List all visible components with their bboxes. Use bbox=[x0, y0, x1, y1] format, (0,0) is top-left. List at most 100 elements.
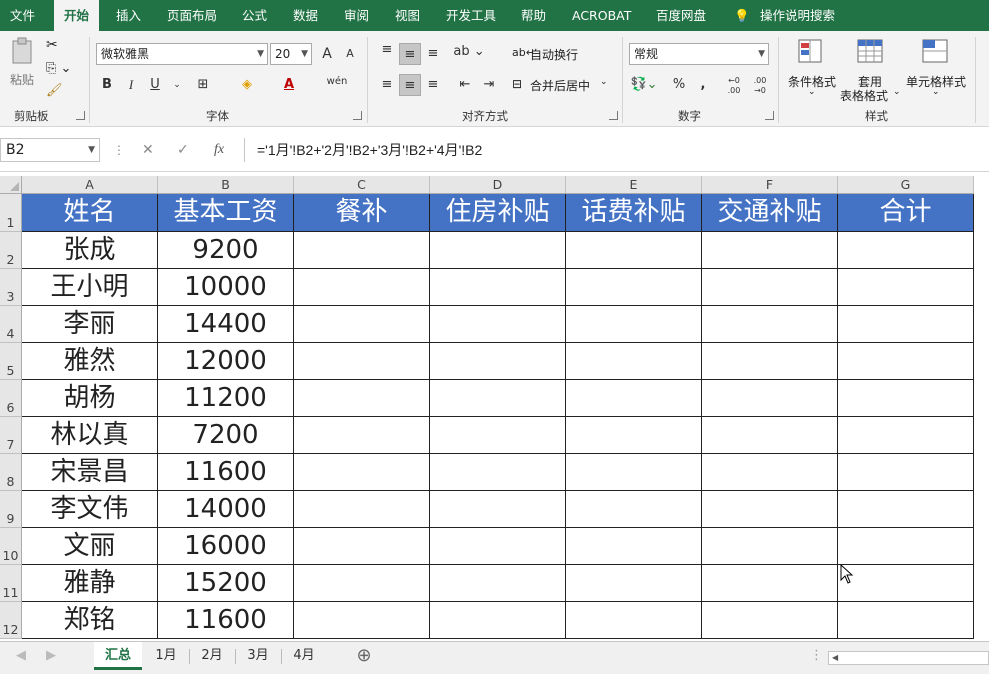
fill-color-icon[interactable]: ◈ bbox=[236, 74, 258, 96]
italic-button[interactable]: I bbox=[120, 74, 142, 96]
table-cell[interactable] bbox=[566, 491, 702, 528]
row-header-12[interactable]: 12 bbox=[0, 602, 22, 639]
column-header-b[interactable]: B bbox=[158, 176, 294, 194]
table-cell[interactable] bbox=[294, 343, 430, 380]
table-cell[interactable] bbox=[566, 306, 702, 343]
row-header-6[interactable]: 6 bbox=[0, 380, 22, 417]
table-cell[interactable]: 16000 bbox=[158, 528, 294, 565]
table-cell[interactable] bbox=[702, 417, 838, 454]
font-name-select[interactable]: 微软雅黑 ▼ bbox=[96, 43, 268, 65]
sheet-tab-jan[interactable]: 1月 bbox=[146, 642, 186, 670]
sheet-tab-summary[interactable]: 汇总 bbox=[94, 642, 142, 670]
align-center-icon[interactable]: ≡ bbox=[399, 74, 421, 96]
tab-baidu-netdisk[interactable]: 百度网盘 bbox=[656, 0, 706, 31]
table-cell[interactable]: 林以真 bbox=[22, 417, 158, 454]
font-color-button[interactable]: A bbox=[278, 74, 300, 96]
tab-review[interactable]: 审阅 bbox=[344, 0, 369, 31]
column-header-g[interactable]: G bbox=[838, 176, 974, 194]
table-cell[interactable]: 雅静 bbox=[22, 565, 158, 602]
tab-insert[interactable]: 插入 bbox=[116, 0, 141, 31]
align-bottom-icon[interactable]: ≡ bbox=[422, 43, 444, 65]
copy-icon[interactable]: ⎘ ⌄ bbox=[46, 61, 71, 76]
table-cell[interactable] bbox=[838, 454, 974, 491]
scroll-left-icon[interactable]: ◀ bbox=[832, 652, 838, 664]
percent-button[interactable]: % bbox=[668, 74, 690, 96]
table-cell[interactable] bbox=[838, 528, 974, 565]
table-cell[interactable]: 14400 bbox=[158, 306, 294, 343]
horizontal-scrollbar[interactable]: ◀ bbox=[828, 651, 989, 665]
table-cell[interactable]: 王小明 bbox=[22, 269, 158, 306]
enter-formula-button[interactable]: ✓ bbox=[177, 138, 189, 162]
table-header-cell[interactable]: 住房补贴 bbox=[430, 194, 566, 232]
tab-developer[interactable]: 开发工具 bbox=[446, 0, 496, 31]
table-cell[interactable] bbox=[294, 232, 430, 269]
wrap-text-button[interactable]: 自动换行 bbox=[530, 46, 578, 63]
table-cell[interactable] bbox=[294, 454, 430, 491]
sheet-tab-apr[interactable]: 4月 bbox=[284, 642, 324, 670]
table-header-cell[interactable]: 交通补贴 bbox=[702, 194, 838, 232]
table-cell[interactable] bbox=[838, 380, 974, 417]
table-cell[interactable] bbox=[294, 491, 430, 528]
table-cell[interactable] bbox=[838, 306, 974, 343]
increase-decimal-button[interactable]: ←0 .00 bbox=[722, 74, 746, 96]
insert-function-button[interactable]: fx bbox=[214, 138, 224, 162]
conditional-format-icon[interactable] bbox=[798, 39, 826, 68]
select-all-button[interactable] bbox=[0, 176, 22, 194]
table-cell[interactable]: 雅然 bbox=[22, 343, 158, 380]
table-cell[interactable]: 10000 bbox=[158, 269, 294, 306]
table-cell[interactable] bbox=[702, 528, 838, 565]
column-header-d[interactable]: D bbox=[430, 176, 566, 194]
tab-file[interactable]: 文件 bbox=[10, 0, 35, 31]
row-header-8[interactable]: 8 bbox=[0, 454, 22, 491]
sheet-tab-mar[interactable]: 3月 bbox=[238, 642, 278, 670]
table-cell[interactable]: 11200 bbox=[158, 380, 294, 417]
table-header-cell[interactable]: 话费补贴 bbox=[566, 194, 702, 232]
table-cell[interactable] bbox=[566, 343, 702, 380]
table-cell[interactable] bbox=[294, 528, 430, 565]
table-header-cell[interactable]: 姓名 bbox=[22, 194, 158, 232]
clipboard-launcher-icon[interactable] bbox=[76, 111, 85, 120]
format-painter-icon[interactable]: 🖌 bbox=[46, 83, 63, 98]
table-header-cell[interactable]: 餐补 bbox=[294, 194, 430, 232]
name-box[interactable]: B2 ▼ bbox=[0, 138, 100, 162]
table-header-cell[interactable]: 合计 bbox=[838, 194, 974, 232]
font-launcher-icon[interactable] bbox=[353, 111, 362, 120]
decrease-indent-icon[interactable]: ⇤ bbox=[454, 74, 476, 96]
cut-icon[interactable]: ✂ bbox=[46, 37, 58, 53]
bold-button[interactable]: B bbox=[96, 74, 118, 96]
column-header-f[interactable]: F bbox=[702, 176, 838, 194]
table-cell[interactable] bbox=[566, 454, 702, 491]
grow-font-button[interactable]: A bbox=[316, 43, 338, 65]
table-cell[interactable] bbox=[430, 269, 566, 306]
table-cell[interactable] bbox=[566, 232, 702, 269]
tab-acrobat[interactable]: ACROBAT bbox=[572, 0, 631, 31]
merge-center-button[interactable]: 合并后居中 bbox=[530, 77, 590, 94]
phonetic-guide-button[interactable]: wén bbox=[322, 71, 352, 93]
number-format-select[interactable]: 常规 ▼ bbox=[629, 43, 769, 65]
table-cell[interactable]: 9200 bbox=[158, 232, 294, 269]
table-cell[interactable] bbox=[430, 491, 566, 528]
shrink-font-button[interactable]: A bbox=[339, 43, 361, 65]
chevron-down-icon[interactable]: ⌄ bbox=[166, 74, 188, 96]
table-cell[interactable] bbox=[566, 565, 702, 602]
table-cell[interactable] bbox=[294, 306, 430, 343]
paste-button[interactable]: 粘贴 bbox=[10, 71, 34, 88]
tell-me-search[interactable]: 操作说明搜索 bbox=[760, 0, 835, 31]
table-cell[interactable] bbox=[838, 343, 974, 380]
table-cell[interactable] bbox=[566, 602, 702, 639]
table-cell[interactable] bbox=[294, 380, 430, 417]
row-header-4[interactable]: 4 bbox=[0, 306, 22, 343]
table-cell[interactable] bbox=[702, 306, 838, 343]
row-header-1[interactable]: 1 bbox=[0, 194, 22, 232]
table-cell[interactable] bbox=[702, 269, 838, 306]
table-cell[interactable]: 张成 bbox=[22, 232, 158, 269]
table-cell[interactable] bbox=[294, 417, 430, 454]
row-header-7[interactable]: 7 bbox=[0, 417, 22, 454]
table-cell[interactable] bbox=[702, 454, 838, 491]
chevron-down-icon[interactable]: ▼ bbox=[88, 139, 95, 161]
formula-input[interactable]: ='1月'!B2+'2月'!B2+'3月'!B2+'4月'!B2 bbox=[244, 138, 989, 162]
increase-indent-icon[interactable]: ⇥ bbox=[478, 74, 500, 96]
table-cell[interactable] bbox=[430, 232, 566, 269]
table-cell[interactable] bbox=[294, 269, 430, 306]
align-right-icon[interactable]: ≡ bbox=[422, 74, 444, 96]
